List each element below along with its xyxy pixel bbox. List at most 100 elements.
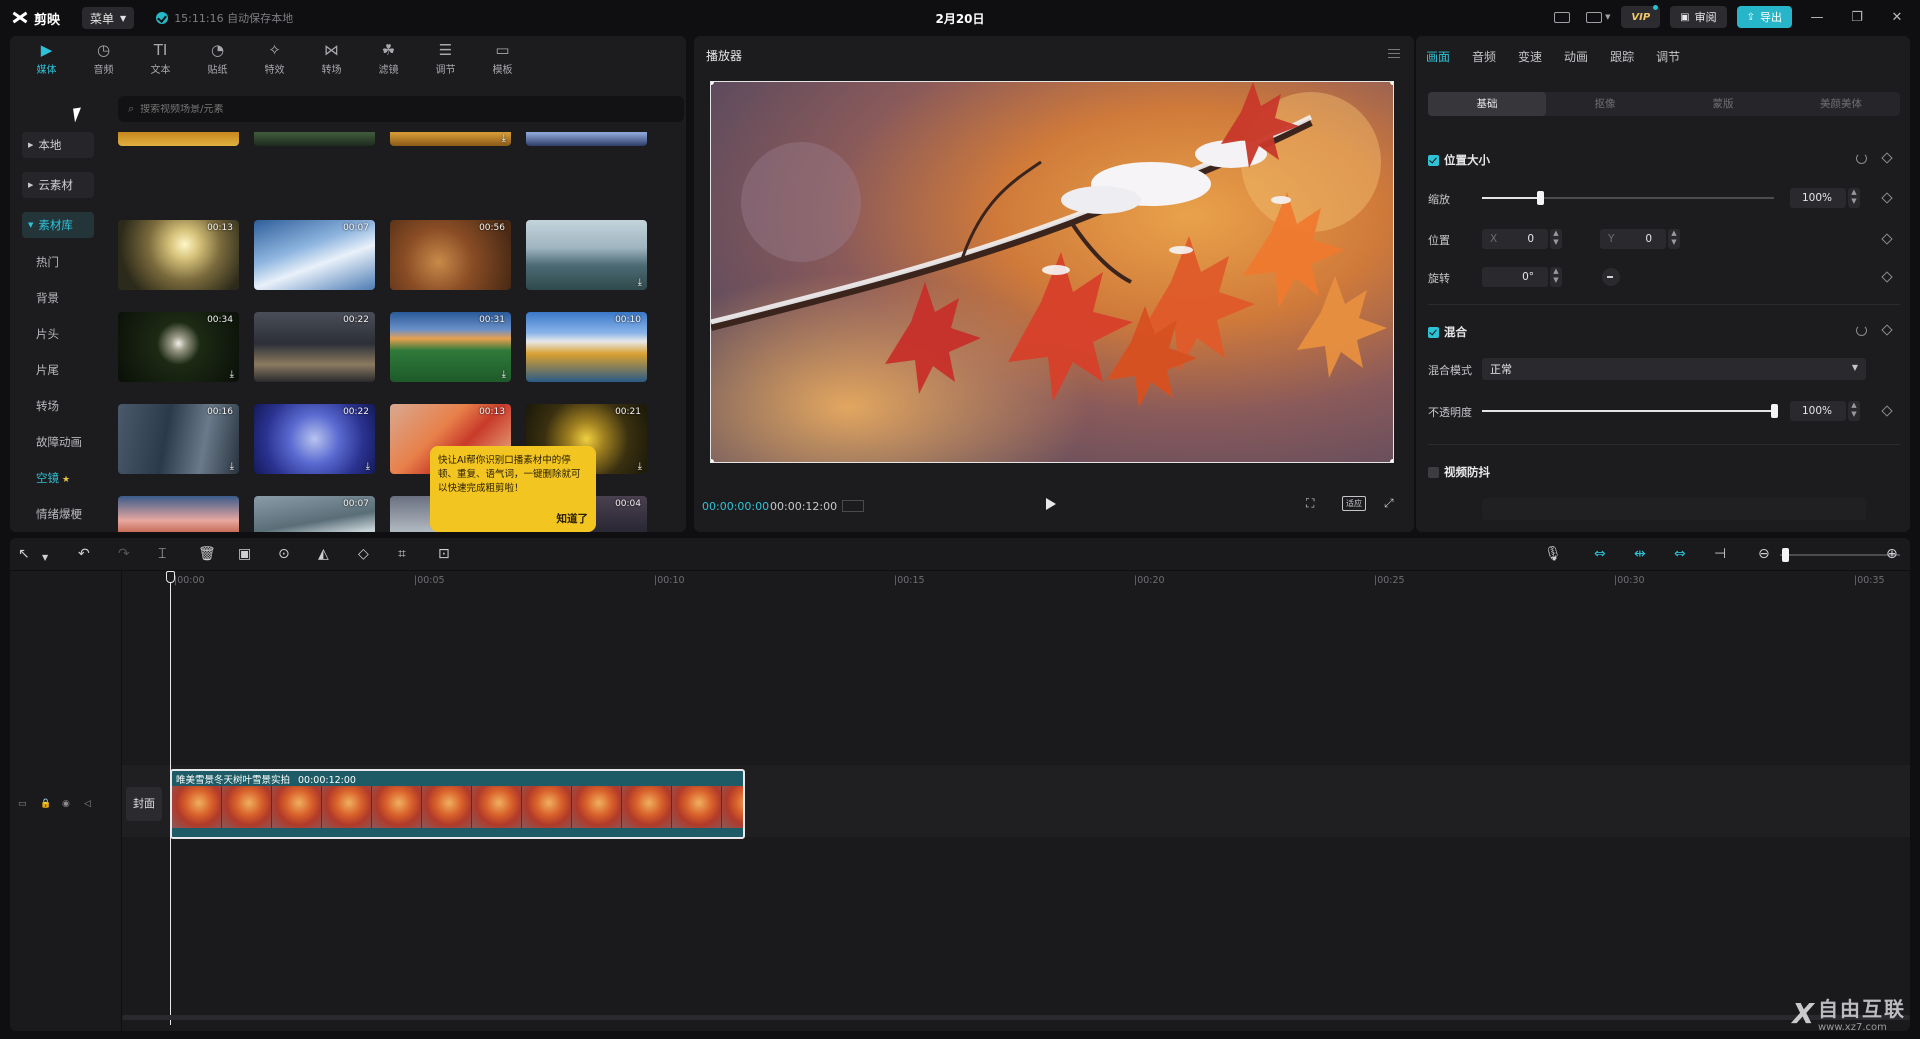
download-icon[interactable]: ⤓ bbox=[638, 461, 642, 472]
nav-sub-empty-shot[interactable]: 空镜 ★ bbox=[36, 470, 70, 486]
blend-mode-select[interactable]: 正常 ▼ bbox=[1482, 358, 1866, 380]
media-thumb[interactable]: 00:10 bbox=[526, 312, 647, 382]
microphone-icon[interactable]: 🎙 bbox=[1544, 546, 1562, 562]
section-stabilize[interactable]: 视频防抖 bbox=[1428, 464, 1490, 480]
undo-icon[interactable]: ↶ bbox=[78, 546, 90, 562]
timeline-scrollbar[interactable] bbox=[122, 1015, 1910, 1020]
delete-icon[interactable]: 🗑 bbox=[198, 546, 216, 562]
playhead-handle[interactable] bbox=[166, 571, 175, 583]
select-cursor-icon[interactable]: ↖ bbox=[18, 546, 30, 562]
tab-speed[interactable]: 变速 bbox=[1518, 48, 1542, 65]
nav-sub-outro[interactable]: 片尾 bbox=[36, 362, 59, 378]
minimize-icon[interactable]: — bbox=[1802, 6, 1832, 28]
speaker-icon[interactable]: ◁ bbox=[84, 799, 98, 809]
scale-slider[interactable] bbox=[1482, 191, 1774, 205]
keyframe-icon[interactable] bbox=[1881, 233, 1893, 245]
nav-local[interactable]: ▶ 本地 bbox=[22, 132, 94, 158]
crop-icon[interactable]: ⌗ bbox=[398, 546, 406, 562]
chevron-down-icon[interactable]: ▼ bbox=[42, 550, 48, 566]
zoom-out-icon[interactable]: ⊖ bbox=[1758, 546, 1770, 562]
hamburger-menu-icon[interactable] bbox=[1388, 49, 1400, 58]
media-thumb[interactable]: 00:56 bbox=[390, 220, 511, 290]
slider-knob[interactable] bbox=[1771, 404, 1778, 418]
zoom-slider[interactable] bbox=[1780, 548, 1900, 562]
tab-adjust-prop[interactable]: 调节 bbox=[1656, 48, 1680, 65]
media-thumb[interactable]: 00:34 ⤓ bbox=[118, 312, 239, 382]
subtab-mask[interactable]: 蒙版 bbox=[1664, 92, 1782, 116]
smart-cut-icon[interactable]: ⊡ bbox=[438, 546, 450, 562]
eye-icon[interactable]: ◉ bbox=[62, 799, 76, 809]
playhead-line[interactable] bbox=[170, 571, 171, 1025]
magnet-snap-icon[interactable]: ⇹ bbox=[1634, 546, 1646, 562]
media-thumb[interactable]: 00:07⤓ bbox=[254, 496, 375, 532]
fullscreen-icon[interactable]: ⤢ bbox=[1384, 496, 1394, 511]
media-thumb[interactable] bbox=[118, 496, 239, 532]
slider-knob[interactable] bbox=[1782, 548, 1789, 562]
reset-icon[interactable] bbox=[1856, 325, 1867, 336]
section-position-size[interactable]: 位置大小 bbox=[1428, 152, 1490, 168]
close-icon[interactable]: ✕ bbox=[1882, 6, 1912, 28]
keyframe-icon[interactable] bbox=[1881, 192, 1893, 204]
freeze-frame-icon[interactable]: ▣ bbox=[238, 546, 251, 562]
media-thumb[interactable]: ⤓ bbox=[526, 220, 647, 290]
video-preview[interactable] bbox=[710, 81, 1394, 463]
link-clips-icon[interactable]: ⇔ bbox=[1594, 546, 1606, 562]
rotate-input[interactable]: 0° bbox=[1482, 267, 1548, 287]
subtab-cutout[interactable]: 抠像 bbox=[1546, 92, 1664, 116]
blend-checkbox[interactable] bbox=[1428, 326, 1439, 338]
rotate-dial[interactable] bbox=[1602, 268, 1620, 286]
subtab-basic[interactable]: 基础 bbox=[1428, 92, 1546, 116]
slider-knob[interactable] bbox=[1537, 191, 1545, 205]
zoom-in-icon[interactable]: ⊕ bbox=[1886, 546, 1898, 562]
restore-icon[interactable]: ❐ bbox=[1842, 6, 1872, 28]
tab-audio-prop[interactable]: 音频 bbox=[1472, 48, 1496, 65]
nav-sub-hot[interactable]: 热门 bbox=[36, 254, 59, 270]
nav-cloud[interactable]: ▶ 云素材 bbox=[22, 172, 94, 198]
nav-sub-glitch[interactable]: 故障动画 bbox=[36, 434, 82, 450]
keyboard-shortcut-icon[interactable] bbox=[1549, 6, 1575, 28]
rotate-stepper[interactable]: ▲ ▼ bbox=[1550, 267, 1562, 287]
tab-media[interactable]: ▶ 媒体 bbox=[18, 36, 75, 82]
subtab-beauty[interactable]: 美颜美体 bbox=[1782, 92, 1900, 116]
timecode-grid-icon[interactable] bbox=[842, 500, 864, 512]
tab-animation[interactable]: 动画 bbox=[1564, 48, 1588, 65]
ratio-button[interactable]: 适应 bbox=[1342, 496, 1366, 511]
keyframe-icon[interactable] bbox=[1881, 152, 1893, 164]
y-stepper[interactable]: ▲ ▼ bbox=[1668, 229, 1680, 249]
tab-audio[interactable]: ◷ 音频 bbox=[75, 36, 132, 82]
tab-adjust[interactable]: ☰ 调节 bbox=[417, 36, 474, 82]
nav-sub-meme[interactable]: 情绪爆梗 bbox=[36, 506, 82, 522]
resize-handle[interactable] bbox=[1390, 82, 1393, 85]
search-input[interactable] bbox=[140, 103, 641, 115]
media-thumb[interactable]: 00:31 ⤓ bbox=[390, 312, 511, 382]
keyframe-icon[interactable] bbox=[1881, 405, 1893, 417]
section-blend[interactable]: 混合 bbox=[1428, 324, 1467, 340]
tab-filter[interactable]: ☘ 滤镜 bbox=[360, 36, 417, 82]
reverse-icon[interactable]: ⊙ bbox=[278, 546, 290, 562]
media-thumb[interactable]: 00:16 ⤓ bbox=[118, 404, 239, 474]
cover-button[interactable]: 封面 bbox=[126, 787, 162, 821]
stabilize-checkbox[interactable] bbox=[1428, 466, 1439, 478]
tab-tracking[interactable]: 跟踪 bbox=[1610, 48, 1634, 65]
tooltip-ok-button[interactable]: 知道了 bbox=[557, 512, 589, 526]
position-x-input[interactable]: X 0 bbox=[1482, 229, 1548, 249]
download-icon[interactable]: ⤓ bbox=[230, 461, 234, 472]
menu-button[interactable]: 菜单 ▼ bbox=[82, 7, 135, 29]
media-thumb[interactable] bbox=[526, 132, 647, 146]
media-thumb[interactable] bbox=[254, 132, 375, 146]
scale-input[interactable]: 100% bbox=[1790, 188, 1846, 208]
nav-library[interactable]: ▼ 素材库 bbox=[22, 212, 94, 238]
download-icon[interactable]: ⤓ bbox=[230, 369, 234, 380]
scale-stepper[interactable]: ▲ ▼ bbox=[1848, 188, 1860, 208]
media-thumb[interactable]: 00:07 bbox=[254, 220, 375, 290]
download-icon[interactable]: ⤓ bbox=[502, 133, 506, 144]
opacity-input[interactable]: 100% bbox=[1790, 401, 1846, 421]
nav-sub-transition[interactable]: 转场 bbox=[36, 398, 59, 414]
keyframe-icon[interactable] bbox=[1881, 271, 1893, 283]
opacity-slider[interactable] bbox=[1482, 404, 1778, 418]
position-y-input[interactable]: Y 0 bbox=[1600, 229, 1666, 249]
mirror-icon[interactable]: ◭ bbox=[318, 546, 329, 562]
tab-template[interactable]: ▭ 模板 bbox=[474, 36, 531, 82]
x-stepper[interactable]: ▲ ▼ bbox=[1550, 229, 1562, 249]
media-thumb[interactable]: 00:13 bbox=[118, 220, 239, 290]
